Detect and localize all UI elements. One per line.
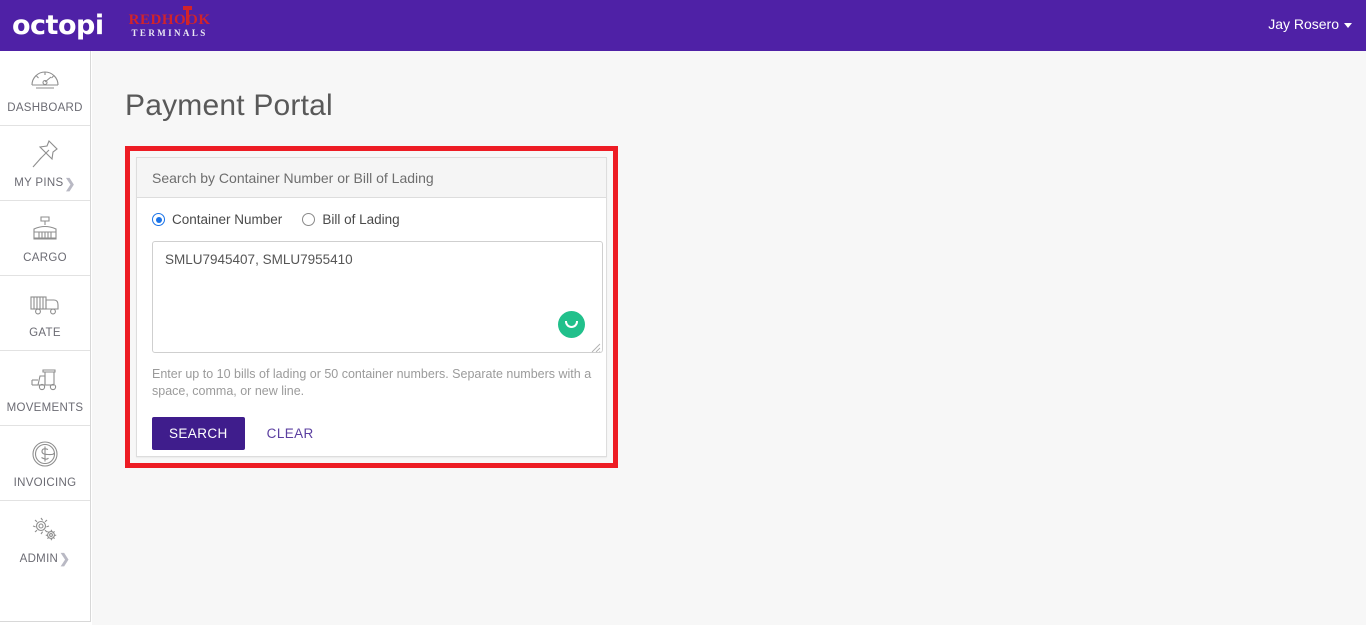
- user-menu[interactable]: Jay Rosero: [1268, 16, 1352, 32]
- redhook-terminals-logo: REDHOOK TERMINALS: [128, 6, 212, 38]
- sidebar-item-cargo[interactable]: CARGO: [0, 201, 90, 276]
- pin-icon: [30, 137, 60, 171]
- top-header-bar: octopi REDHOOK TERMINALS Jay Rosero: [0, 0, 1366, 51]
- sidebar-item-invoicing[interactable]: INVOICING: [0, 426, 90, 501]
- search-panel-highlight: Search by Container Number or Bill of La…: [125, 146, 618, 468]
- main-content-area: Payment Portal Search by Container Numbe…: [92, 51, 1366, 625]
- search-panel-body: Container Number Bill of Lading SMLU7945…: [137, 198, 606, 468]
- sidebar-item-label: CARGO: [23, 252, 67, 264]
- search-input-hint: Enter up to 10 bills of lading or 50 con…: [152, 367, 592, 398]
- search-input[interactable]: [152, 241, 603, 353]
- octopi-logo[interactable]: octopi: [12, 12, 104, 39]
- search-button[interactable]: SEARCH: [152, 417, 245, 450]
- search-type-radio-group: Container Number Bill of Lading: [152, 212, 591, 227]
- page-title: Payment Portal: [125, 89, 333, 122]
- truck-icon: [27, 287, 63, 321]
- sidebar-item-label: DASHBOARD: [7, 102, 83, 114]
- search-input-wrapper: [152, 241, 603, 358]
- redhook-logo-top-text: REDHOOK: [128, 12, 211, 28]
- clear-button[interactable]: CLEAR: [259, 417, 322, 450]
- crane-mark-icon: [182, 6, 192, 25]
- sidebar-item-dashboard[interactable]: DASHBOARD: [0, 51, 90, 126]
- user-menu-label: Jay Rosero: [1268, 16, 1339, 32]
- radio-selected-icon[interactable]: [152, 213, 165, 226]
- sidebar-item-label: INVOICING: [13, 477, 77, 489]
- radio-container-number[interactable]: Container Number: [152, 212, 282, 227]
- grammarly-smile-mark: [565, 321, 578, 328]
- chevron-right-icon: ❯: [59, 551, 71, 566]
- sidebar-item-label: MOVEMENTS: [6, 402, 84, 414]
- grammarly-icon[interactable]: [558, 311, 585, 338]
- chevron-right-icon: ❯: [64, 175, 76, 191]
- sidebar-item-my-pins[interactable]: MY PINS ❯: [0, 126, 90, 201]
- radio-label: Bill of Lading: [322, 212, 400, 227]
- gears-icon: [28, 512, 62, 546]
- search-panel: Search by Container Number or Bill of La…: [136, 157, 607, 457]
- sidebar-item-label: ADMIN ❯: [19, 551, 71, 566]
- search-panel-header: Search by Container Number or Bill of La…: [137, 158, 606, 198]
- radio-label: Container Number: [172, 212, 283, 227]
- chevron-down-icon: [1344, 22, 1352, 28]
- sidebar-item-admin[interactable]: ADMIN ❯: [0, 501, 90, 576]
- sidebar-item-label: GATE: [29, 327, 61, 339]
- container-icon: [28, 212, 62, 246]
- radio-unselected-icon[interactable]: [302, 213, 316, 226]
- radio-bill-of-lading[interactable]: Bill of Lading: [302, 212, 400, 227]
- redhook-logo-bottom-text: TERMINALS: [131, 28, 208, 38]
- sidebar-item-movements[interactable]: MOVEMENTS: [0, 351, 90, 426]
- sidebar-item-gate[interactable]: GATE: [0, 276, 90, 351]
- gauge-icon: [28, 62, 62, 96]
- sidebar-navigation: DASHBOARD MY PINS ❯ CARGO GATE MOVEMENTS…: [0, 51, 91, 622]
- sidebar-item-label: MY PINS ❯: [14, 175, 76, 191]
- search-actions: SEARCH CLEAR: [152, 417, 591, 468]
- dollar-coin-icon: [29, 437, 61, 471]
- forklift-icon: [27, 362, 63, 396]
